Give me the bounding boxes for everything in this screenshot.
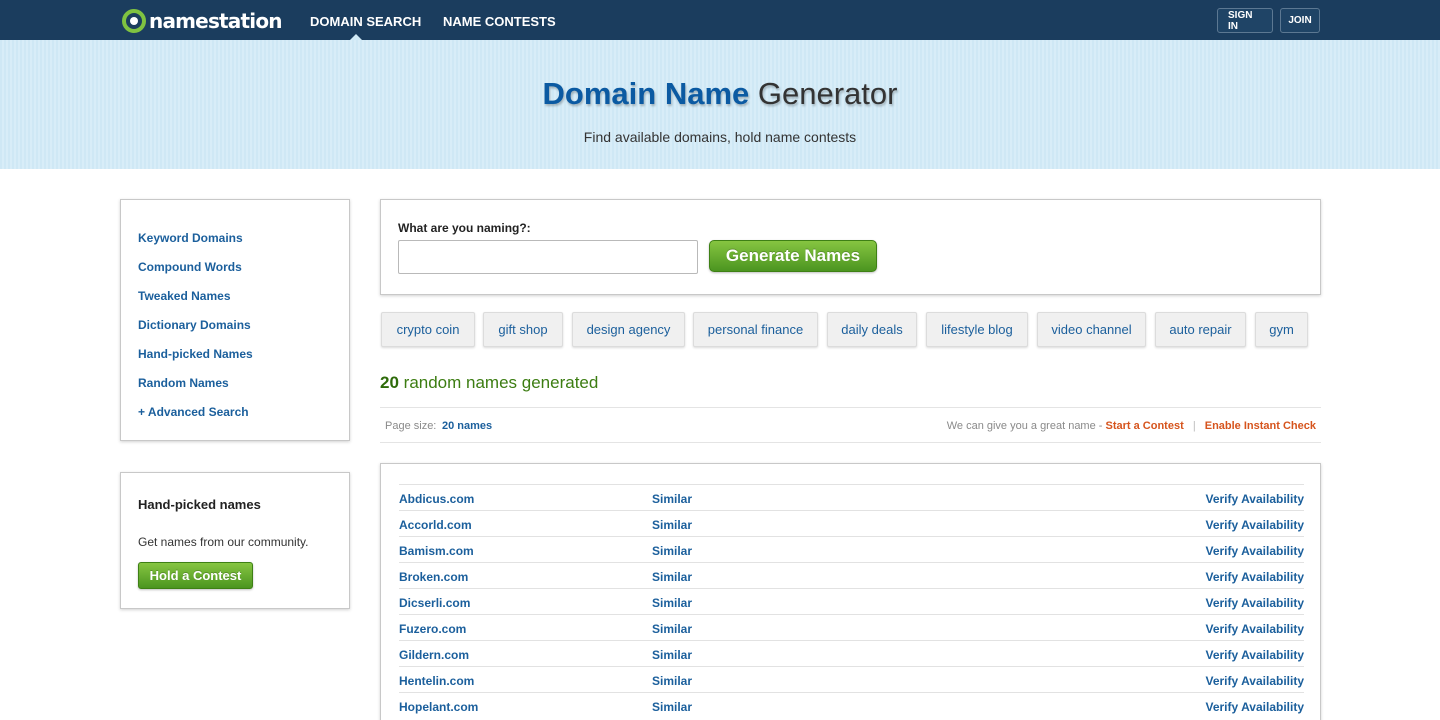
suggestion-chips: crypto coin gift shop design agency pers… bbox=[381, 312, 1321, 348]
domain-name-link[interactable]: Hopelant.com bbox=[399, 700, 478, 714]
verify-availability-link[interactable]: Verify Availability bbox=[1206, 492, 1305, 506]
page-subtitle: Find available domains, hold name contes… bbox=[583, 129, 857, 145]
domain-name-link[interactable]: Accorld.com bbox=[399, 518, 472, 532]
contest-promo-text: We can give you a great name - bbox=[946, 420, 1103, 432]
sidebar-item-random-names[interactable]: Random Names bbox=[138, 376, 229, 390]
verify-availability-link[interactable]: Verify Availability bbox=[1206, 570, 1305, 584]
separator: | bbox=[1192, 420, 1196, 432]
suggestion-chip[interactable]: gift shop bbox=[483, 312, 563, 347]
result-row: Bamism.com Similar Verify Availability bbox=[399, 536, 1304, 562]
result-row: Hopelant.com Similar Verify Availability bbox=[399, 692, 1304, 718]
community-title: Hand-picked names bbox=[138, 497, 261, 512]
verify-availability-link[interactable]: Verify Availability bbox=[1206, 518, 1305, 532]
similar-link[interactable]: Similar bbox=[652, 544, 692, 558]
domain-name-link[interactable]: Fuzero.com bbox=[399, 622, 466, 636]
domain-name-link[interactable]: Gildern.com bbox=[399, 648, 469, 662]
top-navigation-bar: namestation DOMAIN SEARCH NAME CONTESTS … bbox=[0, 0, 1440, 40]
similar-link[interactable]: Similar bbox=[652, 700, 692, 714]
start-contest-link[interactable]: Start a Contest bbox=[1106, 420, 1184, 432]
page-size-label: Page size: bbox=[385, 420, 437, 432]
logo-text: namestation bbox=[149, 9, 283, 33]
nav-domain-search[interactable]: DOMAIN SEARCH bbox=[310, 14, 421, 29]
verify-availability-link[interactable]: Verify Availability bbox=[1206, 622, 1305, 636]
sign-in-button[interactable]: SIGN IN bbox=[1217, 8, 1273, 33]
suggestion-chip[interactable]: auto repair bbox=[1155, 312, 1246, 347]
similar-link[interactable]: Similar bbox=[652, 596, 692, 610]
sidebar-item-dictionary-domains[interactable]: Dictionary Domains bbox=[138, 318, 251, 332]
sidebar-item-hand-picked-names[interactable]: Hand-picked Names bbox=[138, 347, 253, 361]
page-bar-info: We can give you a great name - Start a C… bbox=[947, 420, 1316, 432]
suggestion-chip[interactable]: video channel bbox=[1037, 312, 1146, 347]
suggestion-chip[interactable]: lifestyle blog bbox=[926, 312, 1028, 347]
similar-link[interactable]: Similar bbox=[652, 492, 692, 506]
results-summary: 20 random names generated bbox=[380, 373, 598, 393]
verify-availability-link[interactable]: Verify Availability bbox=[1206, 648, 1305, 662]
page-options-bar: Page size: 20 names We can give you a gr… bbox=[380, 407, 1321, 443]
result-row: Fuzero.com Similar Verify Availability bbox=[399, 614, 1304, 640]
result-row: Hentelin.com Similar Verify Availability bbox=[399, 666, 1304, 692]
sidebar-item-tweaked-names[interactable]: Tweaked Names bbox=[138, 289, 231, 303]
enable-instant-check-link[interactable]: Enable Instant Check bbox=[1205, 420, 1316, 432]
verify-availability-link[interactable]: Verify Availability bbox=[1206, 700, 1305, 714]
namestation-logo[interactable]: namestation bbox=[122, 8, 283, 34]
suggestion-chip[interactable]: personal finance bbox=[693, 312, 818, 347]
page-title: Domain Name Generator bbox=[0, 76, 1440, 112]
page-size-select[interactable]: 20 names bbox=[442, 420, 492, 432]
result-row: Gildern.com Similar Verify Availability bbox=[399, 640, 1304, 666]
similar-link[interactable]: Similar bbox=[652, 622, 692, 636]
result-row: Accorld.com Similar Verify Availability bbox=[399, 510, 1304, 536]
hand-picked-names-panel: Hand-picked names Get names from our com… bbox=[120, 472, 350, 609]
result-row: Broken.com Similar Verify Availability bbox=[399, 562, 1304, 588]
domain-name-link[interactable]: Hentelin.com bbox=[399, 674, 474, 688]
join-button[interactable]: JOIN bbox=[1280, 8, 1320, 33]
verify-availability-link[interactable]: Verify Availability bbox=[1206, 544, 1305, 558]
similar-link[interactable]: Similar bbox=[652, 674, 692, 688]
suggestion-chip[interactable]: crypto coin bbox=[381, 312, 475, 347]
search-panel: What are you naming?: Generate Names bbox=[380, 199, 1321, 295]
page-title-light: Generator bbox=[757, 76, 898, 111]
similar-link[interactable]: Similar bbox=[652, 570, 692, 584]
suggestion-chip[interactable]: design agency bbox=[572, 312, 685, 347]
hero-banner: Domain Name Generator Find available dom… bbox=[0, 40, 1440, 169]
page-title-bold: Domain Name bbox=[542, 76, 750, 111]
hold-contest-button[interactable]: Hold a Contest bbox=[138, 562, 253, 589]
domain-name-link[interactable]: Broken.com bbox=[399, 570, 468, 584]
logo-icon bbox=[122, 9, 146, 33]
results-list: Abdicus.com Similar Verify Availability … bbox=[380, 463, 1321, 720]
search-label: What are you naming?: bbox=[398, 221, 531, 235]
search-input[interactable] bbox=[398, 240, 698, 274]
search-type-menu: Keyword Domains Compound Words Tweaked N… bbox=[120, 199, 350, 441]
verify-availability-link[interactable]: Verify Availability bbox=[1206, 674, 1305, 688]
verify-availability-link[interactable]: Verify Availability bbox=[1206, 596, 1305, 610]
similar-link[interactable]: Similar bbox=[652, 648, 692, 662]
nav-name-contests[interactable]: NAME CONTESTS bbox=[443, 14, 556, 29]
similar-link[interactable]: Similar bbox=[652, 518, 692, 532]
result-row: Abdicus.com Similar Verify Availability bbox=[399, 484, 1304, 510]
generate-names-button[interactable]: Generate Names bbox=[709, 240, 877, 272]
sidebar-item-keyword-domains[interactable]: Keyword Domains bbox=[138, 231, 243, 245]
community-text: Get names from our community. bbox=[138, 535, 309, 549]
suggestion-chip[interactable]: gym bbox=[1255, 312, 1308, 347]
result-row: Dicserli.com Similar Verify Availability bbox=[399, 588, 1304, 614]
suggestion-chip[interactable]: daily deals bbox=[827, 312, 917, 347]
sidebar-item-compound-words[interactable]: Compound Words bbox=[138, 260, 242, 274]
results-summary-text: random names generated bbox=[403, 373, 599, 392]
sidebar-item-advanced-search[interactable]: + Advanced Search bbox=[138, 405, 249, 419]
domain-name-link[interactable]: Dicserli.com bbox=[399, 596, 470, 610]
domain-name-link[interactable]: Abdicus.com bbox=[399, 492, 474, 506]
results-count: 20 bbox=[380, 373, 399, 392]
domain-name-link[interactable]: Bamism.com bbox=[399, 544, 474, 558]
